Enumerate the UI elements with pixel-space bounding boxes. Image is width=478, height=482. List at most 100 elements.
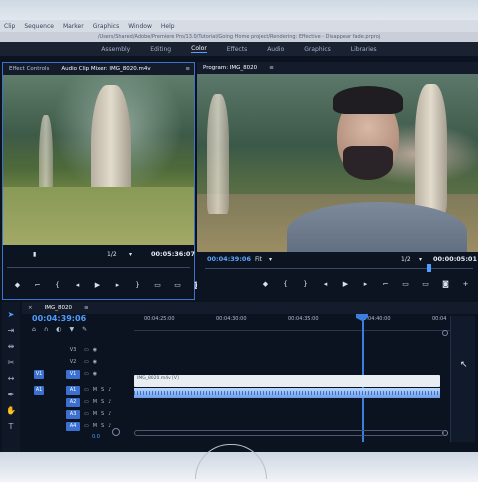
wrench-icon[interactable]: ✎: [82, 326, 95, 333]
mark-out-icon[interactable]: {: [281, 280, 290, 288]
safe-margins-icon[interactable]: ▮: [33, 251, 36, 258]
workspace-editing[interactable]: Editing: [150, 46, 171, 53]
panel-menu-icon[interactable]: ≡: [185, 66, 190, 72]
step-back-icon[interactable]: ◂: [321, 280, 330, 288]
panel-menu-icon[interactable]: ≡: [84, 305, 89, 311]
vertical-scrollbar[interactable]: [442, 330, 448, 440]
pen-tool-icon[interactable]: ✒: [6, 390, 16, 399]
track-label-v1[interactable]: V1: [66, 370, 80, 379]
go-to-in-icon[interactable]: {: [53, 281, 62, 289]
settings-icon[interactable]: ▾: [419, 256, 422, 263]
tab-audio-clip-mixer[interactable]: Audio Clip Mixer: IMG_8020.m4v: [61, 66, 150, 72]
source-patch-v1[interactable]: V1: [34, 370, 44, 379]
source-panel-header: Effect Controls Audio Clip Mixer: IMG_80…: [3, 63, 194, 75]
tab-effect-controls[interactable]: Effect Controls: [9, 66, 49, 72]
chevron-down-icon[interactable]: ▾: [269, 256, 272, 263]
tab-program[interactable]: Program: IMG_8020: [203, 65, 257, 71]
track-label-v2[interactable]: V2: [66, 358, 80, 367]
source-patch-a1[interactable]: A1: [34, 386, 44, 395]
zoom-handle-left[interactable]: [112, 428, 120, 436]
selection-tool-icon[interactable]: ➤: [6, 310, 16, 319]
track-toggles[interactable]: ▭◉: [84, 346, 101, 355]
add-button-icon[interactable]: +: [461, 280, 470, 288]
hand-tool-icon[interactable]: ✋: [6, 406, 16, 415]
play-icon[interactable]: ▶: [341, 280, 350, 288]
track-toggles[interactable]: ▭MS♪: [84, 386, 115, 395]
go-to-out-icon[interactable]: }: [133, 281, 142, 289]
nest-icon[interactable]: ⌂: [32, 326, 44, 333]
menu-clip[interactable]: Clip: [4, 23, 15, 30]
slip-tool-icon[interactable]: ↔: [6, 374, 16, 383]
workspace-graphics[interactable]: Graphics: [304, 46, 331, 53]
master-volume-value[interactable]: 0.0: [92, 434, 100, 440]
workspace-audio[interactable]: Audio: [267, 46, 284, 53]
track-toggles[interactable]: ▭MS♪: [84, 422, 115, 431]
type-tool-icon[interactable]: T: [6, 422, 16, 431]
program-playhead-marker[interactable]: [427, 264, 431, 272]
step-forward-icon[interactable]: ▸: [113, 281, 122, 289]
menu-graphics[interactable]: Graphics: [93, 23, 120, 30]
program-duration-timecode: 00:00:05:01: [433, 255, 477, 263]
track-toggles[interactable]: ▭MS♪: [84, 398, 115, 407]
track-label-v3[interactable]: V3: [66, 346, 80, 355]
play-icon[interactable]: ▶: [93, 281, 102, 289]
marker-icon[interactable]: ▼: [69, 326, 82, 333]
go-to-in-icon[interactable]: }: [301, 280, 310, 288]
tree-trunk: [207, 94, 229, 214]
menu-window[interactable]: Window: [128, 23, 152, 30]
menu-sequence[interactable]: Sequence: [24, 23, 54, 30]
track-toggles[interactable]: ▭◉: [84, 358, 101, 367]
insert-icon[interactable]: ▭: [153, 281, 162, 289]
settings-icon[interactable]: ▾: [129, 251, 132, 258]
ripple-edit-tool-icon[interactable]: ⇹: [6, 342, 16, 351]
program-current-timecode[interactable]: 00:04:39:06: [207, 255, 251, 263]
workspace-assembly[interactable]: Assembly: [101, 46, 130, 53]
track-label-a1[interactable]: A1: [66, 386, 80, 395]
snap-icon[interactable]: ∩: [44, 326, 56, 333]
track-label-a2[interactable]: A2: [66, 398, 80, 407]
camera-icon[interactable]: ◙: [441, 280, 450, 288]
lift-icon[interactable]: ▭: [401, 280, 410, 288]
source-fraction[interactable]: 1/2: [107, 251, 117, 258]
tab-sequence[interactable]: IMG_8020: [45, 305, 72, 311]
program-fraction[interactable]: 1/2: [401, 256, 411, 263]
go-to-out-icon[interactable]: ⌐: [381, 280, 390, 288]
timeline-close-icon[interactable]: ×: [28, 305, 33, 311]
timeline-timecode[interactable]: 00:04:39:06: [32, 314, 86, 323]
mark-in-icon[interactable]: ◆: [13, 281, 22, 289]
step-forward-icon[interactable]: ▸: [361, 280, 370, 288]
panel-menu-icon[interactable]: ≡: [269, 65, 274, 71]
track-label-a3[interactable]: A3: [66, 410, 80, 419]
track-row-v2: V2 ▭◉: [22, 358, 478, 369]
horizontal-scrollbar[interactable]: [134, 430, 444, 436]
video-clip[interactable]: IMG_8020.m4v [V]: [134, 375, 440, 387]
program-timecode-bar: 00:04:39:06 Fit ▾ 1/2 ▾ 00:00:05:01: [197, 254, 478, 268]
workspace-libraries[interactable]: Libraries: [351, 46, 377, 53]
track-toggles[interactable]: ▭◉: [84, 370, 101, 379]
step-back-icon[interactable]: ◂: [73, 281, 82, 289]
program-zoom-fit[interactable]: Fit: [255, 256, 262, 263]
menu-marker[interactable]: Marker: [63, 23, 84, 30]
track-select-tool-icon[interactable]: ⇥: [6, 326, 16, 335]
lawn: [3, 187, 194, 245]
workspace-effects[interactable]: Effects: [227, 46, 247, 53]
menu-help[interactable]: Help: [161, 23, 175, 30]
linked-selection-icon[interactable]: ◐: [56, 326, 69, 333]
time-ruler[interactable]: 00:04:25:00 00:04:30:00 00:04:35:00 00:0…: [134, 314, 474, 331]
track-label-a4[interactable]: A4: [66, 422, 80, 431]
person-beard: [343, 146, 393, 180]
mouse-cursor-icon: ↖: [460, 360, 468, 370]
audio-clip[interactable]: [134, 388, 440, 398]
razor-tool-icon[interactable]: ✂: [6, 358, 16, 367]
source-scrubber[interactable]: [7, 267, 190, 268]
mark-in-icon[interactable]: ◆: [261, 280, 270, 288]
overwrite-icon[interactable]: ▭: [173, 281, 182, 289]
scroll-knob[interactable]: [442, 330, 448, 336]
workspace-color[interactable]: Color: [191, 45, 207, 53]
program-monitor: Program: IMG_8020 ≡ 00:04:39:06 Fit ▾ 1/…: [197, 62, 478, 300]
program-scrubber[interactable]: [205, 268, 473, 269]
ruler-tick: 00:04:30:00: [216, 316, 247, 322]
track-toggles[interactable]: ▭MS♪: [84, 410, 115, 419]
extract-icon[interactable]: ▭: [421, 280, 430, 288]
mark-out-icon[interactable]: ⌐: [33, 281, 42, 289]
